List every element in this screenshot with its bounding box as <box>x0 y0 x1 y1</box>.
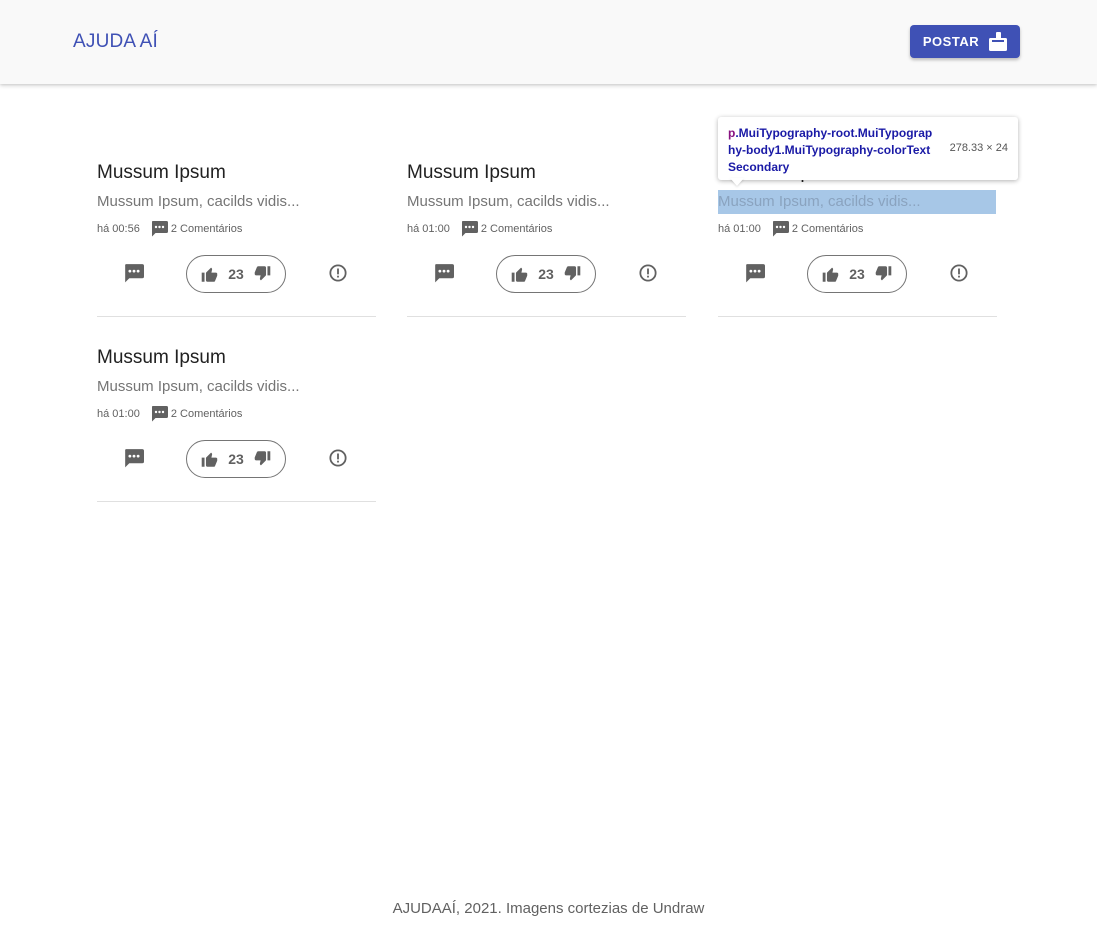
thumb-up-icon <box>511 267 528 282</box>
upvote-button[interactable] <box>201 266 218 282</box>
vote-count: 23 <box>228 451 244 467</box>
comment-count-label: 2 Comentários <box>791 223 864 235</box>
comment-icon <box>125 263 144 282</box>
comment-button[interactable] <box>429 258 459 288</box>
post-time: há 01:00 <box>97 408 140 420</box>
thumb-down-icon <box>254 266 271 281</box>
post-excerpt: Mussum Ipsum, cacilds vidis... <box>97 378 300 395</box>
alert-circle-icon <box>329 264 347 282</box>
upvote-button[interactable] <box>511 266 528 282</box>
comment-icon <box>151 221 168 237</box>
post-title[interactable]: Mussum Ipsum <box>97 347 226 369</box>
downvote-button[interactable] <box>254 451 271 467</box>
post-meta: há 01:00 2 Comentários <box>407 221 552 237</box>
post-time: há 01:00 <box>407 223 450 235</box>
thumb-down-icon <box>875 266 892 281</box>
post-button-label: POSTAR <box>922 34 980 49</box>
comment-icon <box>125 448 144 467</box>
comment-icon <box>746 263 765 282</box>
brand-logo[interactable]: AJUDA AÍ <box>73 31 158 53</box>
inspector-selector: p.MuiTypography-root.MuiTypography-body1… <box>728 125 936 176</box>
post-button[interactable]: POSTAR <box>910 25 1020 58</box>
post-excerpt: Mussum Ipsum, cacilds vidis... <box>718 190 996 214</box>
post-card: Mussum Ipsum Mussum Ipsum, cacilds vidis… <box>97 157 376 317</box>
comment-count[interactable]: 2 Comentários <box>151 221 243 237</box>
post-excerpt: Mussum Ipsum, cacilds vidis... <box>97 193 300 210</box>
upvote-button[interactable] <box>822 266 839 282</box>
comment-button[interactable] <box>119 258 149 288</box>
post-actions: 23 <box>97 253 376 293</box>
post-card: Mussum Ipsum Mussum Ipsum, cacilds vidis… <box>718 157 997 317</box>
vote-count: 23 <box>538 266 554 282</box>
inspector-classes: .MuiTypography-root.MuiTypography-body1.… <box>728 126 933 174</box>
comment-icon <box>435 263 454 282</box>
post-title[interactable]: Mussum Ipsum <box>97 162 226 184</box>
post-meta: há 01:00 2 Comentários <box>97 406 242 422</box>
alert-circle-icon <box>329 449 347 467</box>
post-title[interactable]: Mussum Ipsum <box>407 162 536 184</box>
vote-count: 23 <box>849 266 865 282</box>
post-card: Mussum Ipsum Mussum Ipsum, cacilds vidis… <box>97 342 376 502</box>
report-button[interactable] <box>633 258 663 288</box>
footer: AJUDAAÍ, 2021. Imagens cortezias de Undr… <box>392 900 705 917</box>
post-meta: há 01:00 2 Comentários <box>718 221 863 237</box>
thumb-up-icon <box>201 267 218 282</box>
comment-count[interactable]: 2 Comentários <box>461 221 553 237</box>
app-bar: AJUDA AÍ POSTAR <box>0 0 1097 84</box>
comment-icon <box>772 221 789 237</box>
post-add-icon <box>989 32 1008 51</box>
vote-count: 23 <box>228 266 244 282</box>
post-meta: há 00:56 2 Comentários <box>97 221 242 237</box>
post-actions: 23 <box>97 438 376 478</box>
comment-count-label: 2 Comentários <box>480 223 553 235</box>
post-time: há 00:56 <box>97 223 140 235</box>
report-button[interactable] <box>323 443 353 473</box>
post-excerpt: Mussum Ipsum, cacilds vidis... <box>407 193 610 210</box>
downvote-button[interactable] <box>564 266 581 282</box>
comment-count-label: 2 Comentários <box>170 223 243 235</box>
post-actions: 23 <box>718 253 997 293</box>
comment-count[interactable]: 2 Comentários <box>772 221 864 237</box>
alert-circle-icon <box>639 264 657 282</box>
devtools-inspector-tooltip: p.MuiTypography-root.MuiTypography-body1… <box>718 117 1018 180</box>
thumb-up-icon <box>822 267 839 282</box>
thumb-up-icon <box>201 452 218 467</box>
report-button[interactable] <box>323 258 353 288</box>
comment-icon <box>151 406 168 422</box>
comment-count-label: 2 Comentários <box>170 408 243 420</box>
alert-circle-icon <box>950 264 968 282</box>
thumb-down-icon <box>564 266 581 281</box>
thumb-down-icon <box>254 451 271 466</box>
vote-group: 23 <box>186 255 286 293</box>
report-button[interactable] <box>944 258 974 288</box>
post-time: há 01:00 <box>718 223 761 235</box>
post-actions: 23 <box>407 253 686 293</box>
upvote-button[interactable] <box>201 451 218 467</box>
comment-button[interactable] <box>119 443 149 473</box>
comment-button[interactable] <box>740 258 770 288</box>
downvote-button[interactable] <box>254 266 271 282</box>
downvote-button[interactable] <box>875 266 892 282</box>
comment-icon <box>461 221 478 237</box>
vote-group: 23 <box>186 440 286 478</box>
vote-group: 23 <box>807 255 907 293</box>
comment-count[interactable]: 2 Comentários <box>151 406 243 422</box>
tooltip-arrow <box>730 178 744 186</box>
inspector-dimensions: 278.33 × 24 <box>949 142 1008 154</box>
vote-group: 23 <box>496 255 596 293</box>
post-card: Mussum Ipsum Mussum Ipsum, cacilds vidis… <box>407 157 686 317</box>
